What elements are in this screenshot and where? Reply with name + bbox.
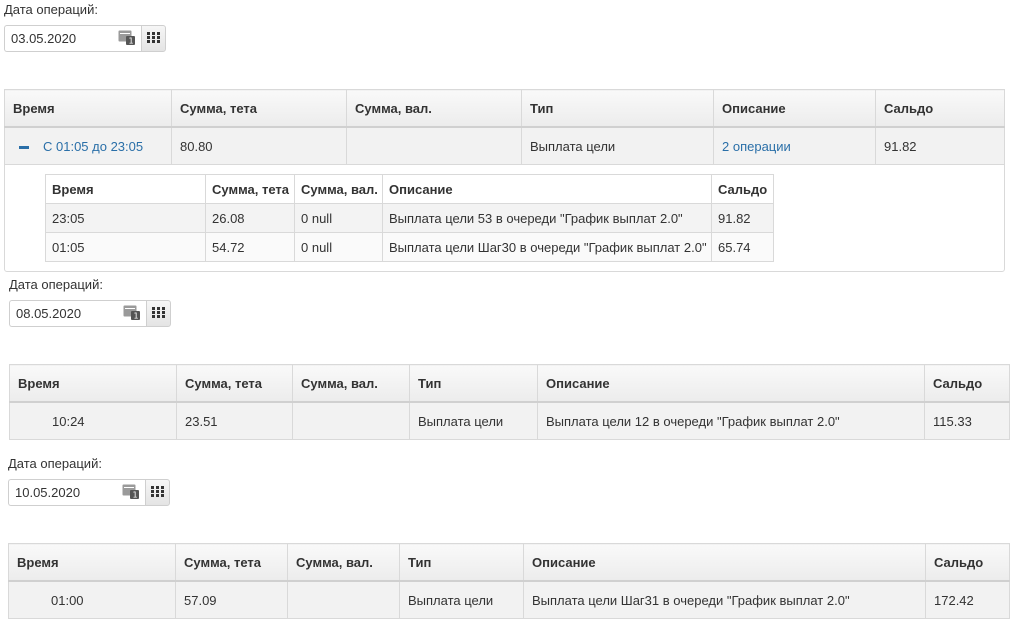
calendar-grid-icon	[147, 31, 160, 46]
col-sum[interactable]: Сумма, тета	[176, 364, 293, 403]
table-row[interactable]: 23:05 26.08 0 null Выплата цели 53 в оче…	[45, 203, 774, 233]
svg-text:1: 1	[129, 37, 134, 46]
date-value: 10.05.2020	[15, 485, 81, 500]
group-row[interactable]: С 01:05 до 23:05 80.80 Выплата цели 2 оп…	[4, 126, 1005, 165]
cell-sum: 23.51	[176, 401, 293, 440]
group-type: Выплата цели	[521, 126, 714, 165]
col-time[interactable]: Время	[8, 543, 176, 582]
group-sum: 80.80	[171, 126, 347, 165]
calendar-today-icon[interactable]: 1	[118, 29, 135, 48]
date-input[interactable]: 10.05.2020 1	[8, 479, 145, 506]
col-time[interactable]: Время	[9, 364, 177, 403]
col-type[interactable]: Тип	[521, 89, 714, 128]
operations-table: Время Сумма, тета Сумма, вал. Тип Описан…	[8, 543, 1010, 619]
group-sum-val	[346, 126, 522, 165]
col-type[interactable]: Тип	[399, 543, 524, 582]
date-value: 03.05.2020	[11, 31, 77, 46]
table-row[interactable]: 01:05 54.72 0 null Выплата цели Шаг30 в …	[45, 232, 774, 262]
group-operations-link[interactable]: 2 операции	[722, 139, 791, 154]
col-balance[interactable]: Сальдо	[925, 543, 1010, 582]
cell-sum-val	[287, 580, 400, 619]
col-description[interactable]: Описание	[713, 89, 876, 128]
cell-balance: 172.42	[925, 580, 1010, 619]
calendar-today-icon[interactable]: 1	[123, 304, 140, 323]
date-picker[interactable]: 08.05.2020 1	[9, 300, 171, 327]
col-description[interactable]: Описание	[537, 364, 925, 403]
group-time-range[interactable]: С 01:05 до 23:05	[43, 139, 143, 154]
table-row[interactable]: 10:24 23.51 Выплата цели Выплата цели 12…	[9, 401, 1010, 440]
calendar-grid-icon	[152, 306, 165, 321]
cell-sum-val	[292, 401, 410, 440]
cell-sum: 57.09	[175, 580, 288, 619]
date-picker[interactable]: 03.05.2020 1	[4, 25, 166, 52]
date-input[interactable]: 08.05.2020 1	[9, 300, 146, 327]
cell-time: 01:00	[8, 580, 176, 619]
table-row[interactable]: 01:00 57.09 Выплата цели Выплата цели Ша…	[8, 580, 1010, 619]
cell-sum-val: 0 null	[294, 232, 383, 262]
calendar-today-icon[interactable]: 1	[122, 483, 139, 502]
inner-col-description: Описание	[382, 174, 712, 204]
cell-sum-val: 0 null	[294, 203, 383, 233]
col-sum-val[interactable]: Сумма, вал.	[346, 89, 522, 128]
date-value: 08.05.2020	[16, 306, 82, 321]
cell-sum: 54.72	[205, 232, 295, 262]
inner-col-balance: Сальдо	[711, 174, 774, 204]
col-balance[interactable]: Сальдо	[924, 364, 1010, 403]
inner-col-time: Время	[45, 174, 206, 204]
inner-col-sum-val: Сумма, вал.	[294, 174, 383, 204]
cell-time: 01:05	[45, 232, 206, 262]
operations-detail-table: Время Сумма, тета Сумма, вал. Описание С…	[45, 174, 774, 262]
cell-balance: 65.74	[711, 232, 774, 262]
cell-balance: 91.82	[711, 203, 774, 233]
svg-text:1: 1	[134, 312, 139, 321]
cell-description: Выплата цели Шаг31 в очереди "График вып…	[523, 580, 926, 619]
cell-type: Выплата цели	[399, 580, 524, 619]
inner-col-sum: Сумма, тета	[205, 174, 295, 204]
cell-description: Выплата цели Шаг30 в очереди "График вып…	[382, 232, 712, 262]
calendar-button[interactable]	[146, 300, 171, 327]
date-input[interactable]: 03.05.2020 1	[4, 25, 141, 52]
date-label: Дата операций:	[9, 277, 103, 292]
col-balance[interactable]: Сальдо	[875, 89, 1005, 128]
col-description[interactable]: Описание	[523, 543, 926, 582]
cell-description: Выплата цели 53 в очереди "График выплат…	[382, 203, 712, 233]
col-sum[interactable]: Сумма, тета	[175, 543, 288, 582]
date-label: Дата операций:	[8, 456, 102, 471]
collapse-icon[interactable]	[19, 145, 29, 149]
cell-sum: 26.08	[205, 203, 295, 233]
calendar-button[interactable]	[145, 479, 170, 506]
cell-balance: 115.33	[924, 401, 1010, 440]
calendar-grid-icon	[151, 485, 164, 500]
cell-description: Выплата цели 12 в очереди "График выплат…	[537, 401, 925, 440]
cell-time: 23:05	[45, 203, 206, 233]
col-time[interactable]: Время	[4, 89, 172, 128]
col-sum-val[interactable]: Сумма, вал.	[292, 364, 410, 403]
date-label: Дата операций:	[4, 2, 98, 17]
operations-table: Время Сумма, тета Сумма, вал. Тип Описан…	[9, 364, 1010, 440]
col-type[interactable]: Тип	[409, 364, 538, 403]
col-sum-val[interactable]: Сумма, вал.	[287, 543, 400, 582]
cell-time: 10:24	[9, 401, 177, 440]
calendar-button[interactable]	[141, 25, 166, 52]
group-balance: 91.82	[875, 126, 1005, 165]
operations-table: Время Сумма, тета Сумма, вал. Тип Описан…	[4, 89, 1005, 165]
cell-type: Выплата цели	[409, 401, 538, 440]
col-sum[interactable]: Сумма, тета	[171, 89, 347, 128]
date-picker[interactable]: 10.05.2020 1	[8, 479, 170, 506]
svg-text:1: 1	[133, 491, 138, 500]
